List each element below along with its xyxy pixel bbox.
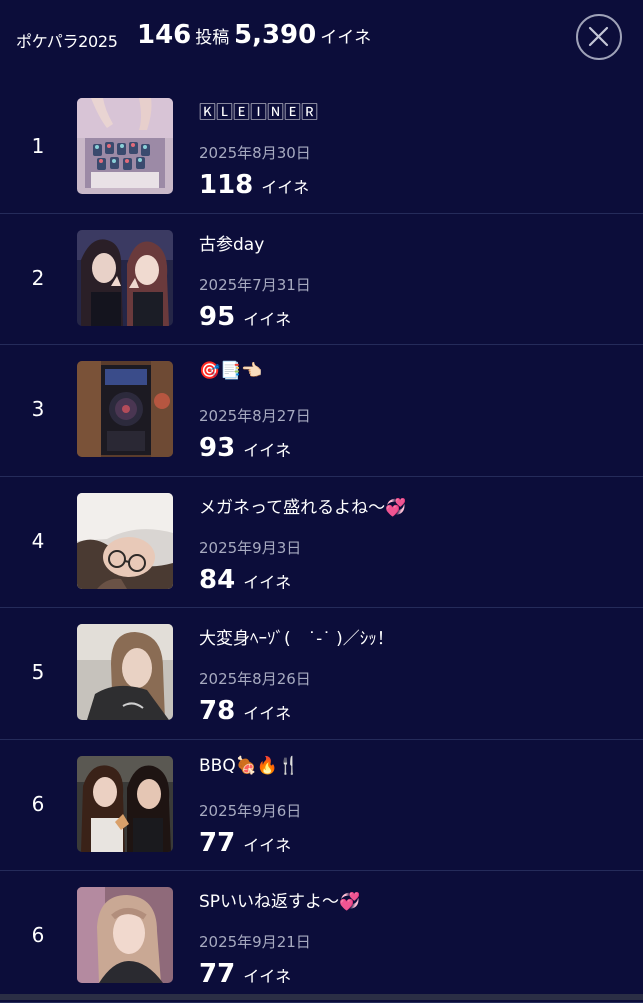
post-like-unit: イイネ [243, 967, 292, 986]
summary-header: ポケパラ2025 146 投稿 5,390 イイネ [0, 0, 643, 80]
close-button[interactable] [576, 14, 622, 60]
header-title: ポケパラ2025 [16, 32, 118, 51]
like-count-stat: 5,390 イイネ [234, 20, 371, 50]
post-title: BBQ🍖🔥🍴 [199, 755, 300, 776]
post-count-stat: 146 投稿 [137, 20, 229, 50]
post-like-unit: イイネ [261, 178, 310, 197]
post-like-unit: イイネ [243, 835, 292, 855]
list-item[interactable]: 4 メガネって盛れるよね〜💞 2025年9月3日 84 イイネ [0, 477, 643, 608]
post-thumbnail[interactable] [77, 755, 173, 852]
list-item[interactable]: 3 🎯📑👈🏻 2025年8月27日 93 イイネ [0, 345, 643, 477]
like-count-row: 77 イイネ [199, 959, 291, 989]
rank-number: 2 [31, 265, 45, 290]
like-count-row: 93 イイネ [199, 433, 291, 463]
post-title: メガネって盛れるよね〜💞 [199, 497, 407, 518]
post-date: 2025年9月3日 [199, 538, 302, 557]
rank-number: 4 [31, 528, 45, 553]
post-like-unit: イイネ [243, 309, 292, 329]
post-thumbnail[interactable] [77, 492, 173, 589]
post-thumbnail[interactable] [77, 887, 173, 983]
rank-number: 5 [31, 660, 45, 684]
post-like-unit: イイネ [243, 572, 292, 592]
post-like-count: 95 [199, 301, 236, 332]
post-date: 2025年8月27日 [199, 407, 311, 425]
like-count-row: 77 イイネ [199, 828, 291, 858]
rank-number: 3 [31, 397, 45, 421]
post-like-unit: イイネ [243, 441, 292, 460]
post-date: 2025年8月30日 [199, 144, 311, 162]
post-date: 2025年9月21日 [199, 933, 311, 951]
like-count-row: 95 イイネ [199, 302, 291, 332]
like-count-row: 118 イイネ [199, 170, 309, 200]
post-date: 2025年8月26日 [199, 670, 311, 688]
post-like-count: 118 [199, 170, 254, 200]
list-item[interactable]: 2 古参day 2025年7月31日 95 イイネ [0, 214, 643, 345]
rank-number: 1 [31, 134, 45, 158]
like-count-row: 84 イイネ [199, 565, 291, 595]
like-count-row: 78 イイネ [199, 696, 291, 726]
post-like-count: 78 [199, 696, 236, 726]
post-count-unit: 投稿 [195, 28, 230, 48]
post-thumbnail[interactable] [77, 361, 173, 457]
close-icon [588, 26, 609, 47]
post-title: 🎯📑👈🏻 [199, 361, 263, 381]
like-count-unit: イイネ [320, 28, 372, 48]
ranking-list: 1 🄺🄻🄴🄸🄽🄴🅁 2025年8月30日 118 イイネ 2 古参day 202… [0, 82, 643, 1003]
post-title: SPいいね返すよ〜💞 [199, 892, 361, 912]
post-like-count: 84 [199, 564, 236, 595]
list-item[interactable]: 1 🄺🄻🄴🄸🄽🄴🅁 2025年8月30日 118 イイネ [0, 82, 643, 214]
post-date: 2025年7月31日 [199, 275, 311, 294]
like-count: 5,390 [234, 20, 317, 50]
rank-number: 6 [31, 923, 45, 947]
post-count: 146 [137, 20, 192, 50]
bottom-edge [0, 994, 643, 1000]
list-item[interactable]: 6 SPいいね返すよ〜💞 2025年9月21日 77 イイネ [0, 871, 643, 1003]
post-like-count: 77 [199, 827, 236, 858]
post-title: 古参day [199, 234, 265, 255]
post-thumbnail[interactable] [77, 98, 173, 194]
list-item[interactable]: 6 BBQ🍖🔥🍴 2025年9月6日 77 イイネ [0, 740, 643, 871]
post-thumbnail[interactable] [77, 229, 173, 326]
post-like-unit: イイネ [243, 704, 292, 723]
post-title: 🄺🄻🄴🄸🄽🄴🅁 [199, 103, 318, 123]
post-like-count: 93 [199, 433, 236, 463]
post-title: 大変身ﾍｰｿﾞ( ˙-˙ )／ｼｯ！ [199, 629, 394, 649]
list-item[interactable]: 5 大変身ﾍｰｿﾞ( ˙-˙ )／ｼｯ！ 2025年8月26日 78 イイネ [0, 608, 643, 740]
rank-number: 6 [31, 791, 45, 816]
post-like-count: 77 [199, 959, 236, 989]
post-date: 2025年9月6日 [199, 801, 302, 820]
post-thumbnail[interactable] [77, 624, 173, 720]
